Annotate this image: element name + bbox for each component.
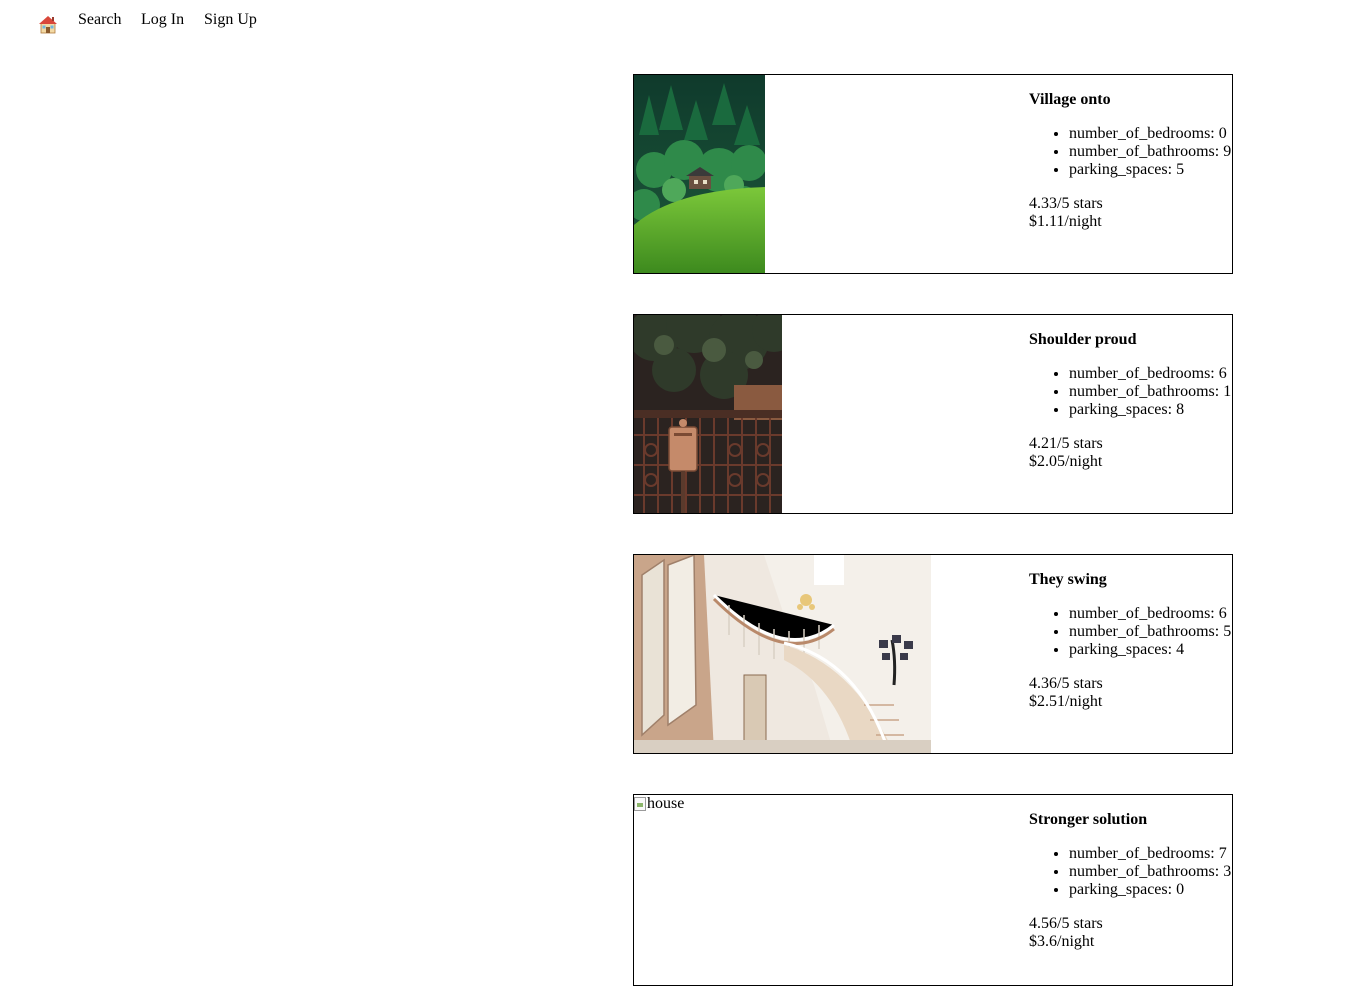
listing-price: $2.05/night <box>1029 453 1103 470</box>
feature-parking: parking_spaces: 0 <box>1069 881 1232 899</box>
listing-features: number_of_bedrooms: 0 number_of_bathroom… <box>1029 125 1232 179</box>
feature-bedrooms: number_of_bedrooms: 6 <box>1069 605 1232 623</box>
listing-features: number_of_bedrooms: 6 number_of_bathroom… <box>1029 365 1232 419</box>
nav-signup-link[interactable]: Sign Up <box>204 11 257 29</box>
feature-bathrooms: number_of_bathrooms: 9 <box>1069 143 1232 161</box>
listing-title[interactable]: They swing <box>1029 571 1232 589</box>
listing-card[interactable]: Village onto number_of_bedrooms: 0 numbe… <box>633 74 1233 274</box>
feature-bathrooms: number_of_bathrooms: 5 <box>1069 623 1232 641</box>
listing-card[interactable]: Shoulder proud number_of_bedrooms: 6 num… <box>633 314 1233 514</box>
feature-parking: parking_spaces: 5 <box>1069 161 1232 179</box>
listing-info: Shoulder proud number_of_bedrooms: 6 num… <box>1029 331 1232 471</box>
listing-photo[interactable] <box>634 315 782 513</box>
listing-rating: 4.36/5 stars <box>1029 675 1103 692</box>
image-alt-text: house <box>647 795 685 812</box>
listing-info: Village onto number_of_bedrooms: 0 numbe… <box>1029 91 1232 231</box>
house-icon <box>39 16 57 34</box>
nav-search-link[interactable]: Search <box>78 11 122 29</box>
listing-title[interactable]: Shoulder proud <box>1029 331 1232 349</box>
listing-rating: 4.33/5 stars <box>1029 195 1103 212</box>
feature-bedrooms: number_of_bedrooms: 7 <box>1069 845 1232 863</box>
feature-parking: parking_spaces: 8 <box>1069 401 1232 419</box>
listing-title[interactable]: Stronger solution <box>1029 811 1232 829</box>
listing-photo-broken[interactable]: house <box>634 795 684 813</box>
listing-card[interactable]: They swing number_of_bedrooms: 6 number_… <box>633 554 1233 754</box>
listing-photo[interactable] <box>634 555 931 753</box>
feature-bedrooms: number_of_bedrooms: 6 <box>1069 365 1232 383</box>
listing-info: They swing number_of_bedrooms: 6 number_… <box>1029 571 1232 711</box>
feature-bathrooms: number_of_bathrooms: 1 <box>1069 383 1232 401</box>
listing-rating: 4.56/5 stars <box>1029 915 1103 932</box>
home-icon[interactable] <box>38 14 58 34</box>
listing-features: number_of_bedrooms: 7 number_of_bathroom… <box>1029 845 1232 899</box>
listing-features: number_of_bedrooms: 6 number_of_bathroom… <box>1029 605 1232 659</box>
nav-login-link[interactable]: Log In <box>141 11 184 29</box>
listing-price: $2.51/night <box>1029 693 1103 710</box>
listing-rating: 4.21/5 stars <box>1029 435 1103 452</box>
listing-price: $1.11/night <box>1029 213 1102 230</box>
top-nav: Search Log In Sign Up <box>0 0 1367 40</box>
listing-info: Stronger solution number_of_bedrooms: 7 … <box>1029 811 1232 951</box>
listing-title[interactable]: Village onto <box>1029 91 1232 109</box>
feature-bedrooms: number_of_bedrooms: 0 <box>1069 125 1232 143</box>
listing-photo[interactable] <box>634 75 765 273</box>
listing-card[interactable]: house Stronger solution number_of_bedroo… <box>633 794 1233 986</box>
broken-image-icon <box>634 797 646 811</box>
feature-parking: parking_spaces: 4 <box>1069 641 1232 659</box>
listing-price: $3.6/night <box>1029 933 1095 950</box>
feature-bathrooms: number_of_bathrooms: 3 <box>1069 863 1232 881</box>
